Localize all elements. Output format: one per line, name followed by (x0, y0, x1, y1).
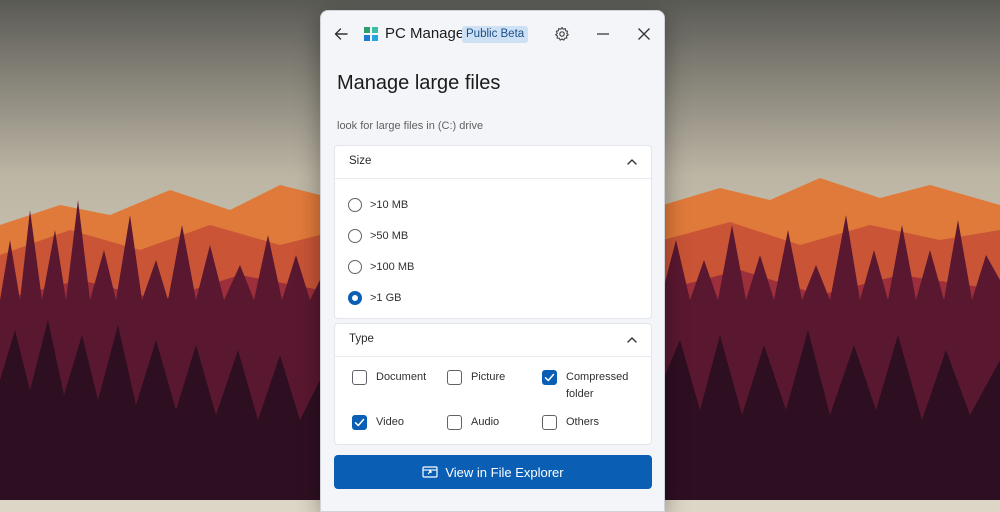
settings-button[interactable] (550, 22, 574, 46)
checkbox[interactable] (542, 415, 557, 430)
page-subtitle: look for large files in (C:) drive (337, 120, 484, 132)
close-icon (638, 28, 650, 40)
size-option-100mb[interactable]: >100 MB (348, 257, 414, 277)
type-option-others[interactable]: Others (542, 415, 599, 431)
checkbox-checked[interactable] (542, 370, 557, 385)
close-button[interactable] (632, 22, 656, 46)
size-option-50mb[interactable]: >50 MB (348, 226, 408, 246)
radio-button[interactable] (348, 198, 362, 212)
type-option-compressed-folder[interactable]: Compressed folder (542, 370, 642, 403)
gear-icon (555, 26, 569, 41)
checkbox[interactable] (447, 370, 462, 385)
minimize-button[interactable] (591, 22, 615, 46)
type-option-picture[interactable]: Picture (447, 370, 505, 386)
checkmark-icon (354, 418, 365, 427)
size-option-label: >100 MB (370, 261, 415, 273)
chevron-up-icon[interactable] (625, 333, 639, 347)
pc-manager-window: PC Manager Public Beta Manage large file… (320, 10, 665, 512)
radio-button[interactable] (348, 229, 362, 243)
type-filter-card: Type Document Picture Compressed folder (334, 323, 652, 445)
view-in-file-explorer-button[interactable]: View in File Explorer (334, 455, 652, 489)
page-title: Manage large files (337, 72, 501, 94)
app-name: PC Manager (385, 25, 470, 42)
type-option-label: Document (376, 371, 427, 383)
type-option-label: Video (376, 416, 404, 428)
checkmark-icon (544, 373, 555, 382)
radio-button-selected[interactable] (348, 291, 362, 305)
title-bar: PC Manager Public Beta (321, 11, 664, 57)
size-option-label: >10 MB (370, 199, 409, 211)
radio-button[interactable] (348, 260, 362, 274)
file-explorer-icon (422, 466, 438, 478)
checkbox-checked[interactable] (352, 415, 367, 430)
type-section-header[interactable]: Type (335, 324, 651, 357)
public-beta-badge: Public Beta (462, 26, 529, 43)
back-button[interactable] (329, 22, 353, 46)
size-section-title: Size (349, 155, 372, 167)
size-filter-card: Size >10 MB >50 MB >100 MB >1 GB (334, 145, 652, 319)
type-option-label: Picture (471, 371, 506, 383)
type-option-video[interactable]: Video (352, 415, 404, 431)
type-option-label: Compressed folder (566, 371, 629, 400)
chevron-up-icon[interactable] (625, 155, 639, 169)
type-option-audio[interactable]: Audio (447, 415, 499, 431)
size-option-1gb[interactable]: >1 GB (348, 288, 402, 308)
minimize-icon (597, 33, 609, 35)
type-option-label: Others (566, 416, 600, 428)
back-arrow-icon (334, 28, 348, 40)
type-option-document[interactable]: Document (352, 370, 426, 386)
checkbox[interactable] (447, 415, 462, 430)
app-logo-icon (364, 27, 378, 41)
view-in-file-explorer-label: View in File Explorer (445, 464, 564, 480)
size-option-label: >50 MB (370, 230, 409, 242)
type-option-label: Audio (471, 416, 500, 428)
size-section-header[interactable]: Size (335, 146, 651, 179)
size-option-label: >1 GB (370, 292, 402, 304)
size-option-10mb[interactable]: >10 MB (348, 195, 408, 215)
type-section-title: Type (349, 333, 374, 345)
checkbox[interactable] (352, 370, 367, 385)
